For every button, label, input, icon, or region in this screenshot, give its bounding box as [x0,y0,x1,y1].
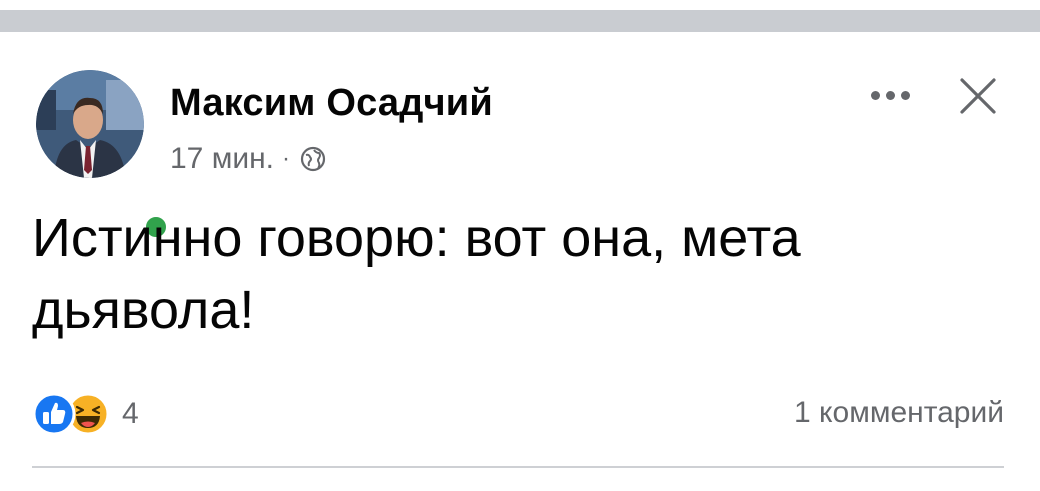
reactions-summary[interactable]: 4 [32,392,139,436]
avatar-photo [36,70,144,178]
avatar[interactable] [36,70,171,242]
feed-separator-bar [0,10,1040,32]
author-name[interactable]: Максим Осадчий [170,82,493,125]
more-dot-icon [870,90,880,100]
more-options-button[interactable] [862,78,918,112]
post-card: Максим Осадчий 17 мин. · Истинно говорю:… [0,0,1040,491]
more-dot-icon [900,90,910,100]
post-meta: 17 мин. · [170,142,326,176]
close-icon[interactable] [952,70,1004,122]
top-divider [0,0,1040,32]
reaction-count: 4 [122,397,139,430]
like-icon [32,392,76,436]
globe-icon[interactable] [300,146,326,172]
meta-separator: · [282,145,290,172]
post-time[interactable]: 17 мин. [170,142,274,176]
bottom-divider [32,466,1004,468]
post-text: Истинно говорю: вот она, мета дьявола! [32,208,801,340]
more-dot-icon [885,90,895,100]
comments-count-link[interactable]: 1 комментарий [794,396,1004,430]
